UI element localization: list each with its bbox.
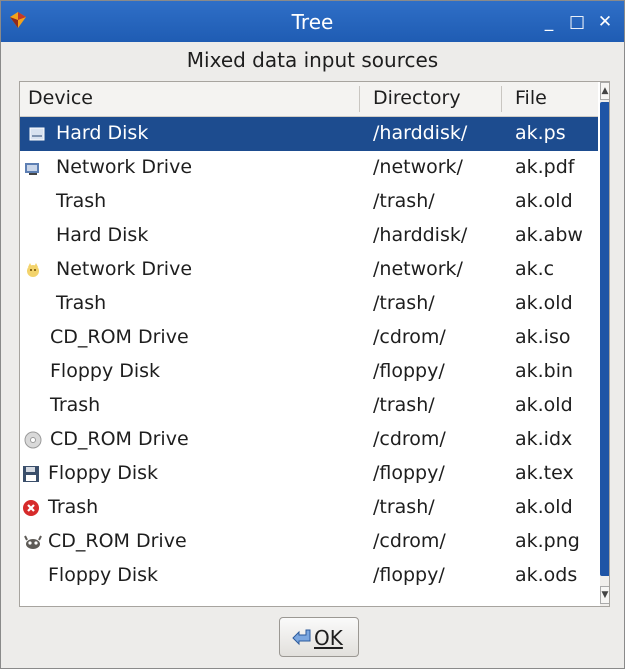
- directory-cell: /trash/: [373, 394, 435, 416]
- tree-window: Tree _ □ ✕ Mixed data input sources Devi…: [0, 0, 625, 669]
- directory-cell: /trash/: [373, 190, 435, 212]
- device-cell: Network Drive: [56, 156, 193, 178]
- device-cell: CD_ROM Drive: [48, 530, 187, 552]
- file-cell: ak.tex: [515, 462, 574, 484]
- directory-cell: /floppy/: [373, 564, 445, 586]
- column-divider[interactable]: [359, 86, 360, 112]
- file-cell: ak.iso: [515, 326, 571, 348]
- tree-view[interactable]: Device Directory File Hard Disk/harddisk…: [19, 81, 610, 607]
- tree-row[interactable]: Hard Disk/harddisk/ak.ps: [20, 117, 598, 151]
- tree-row[interactable]: CD_ROM Drive/cdrom/ak.idx: [20, 423, 598, 457]
- minimize-button[interactable]: _: [538, 12, 560, 32]
- device-cell: Hard Disk: [56, 224, 149, 246]
- close-button[interactable]: ✕: [594, 12, 616, 32]
- directory-cell: /harddisk/: [373, 122, 468, 144]
- file-cell: ak.png: [515, 530, 580, 552]
- title-bar[interactable]: Tree _ □ ✕: [1, 1, 624, 42]
- directory-cell: /cdrom/: [373, 530, 446, 552]
- return-arrow-icon: [292, 629, 311, 646]
- column-divider[interactable]: [501, 86, 502, 112]
- tree-row[interactable]: Network Drive/network/ak.pdf: [20, 151, 598, 185]
- directory-cell: /trash/: [373, 292, 435, 314]
- column-header-device[interactable]: Device: [28, 87, 93, 109]
- file-cell: ak.ods: [515, 564, 578, 586]
- network-drive-icon: [25, 163, 39, 175]
- file-cell: ak.pdf: [515, 156, 575, 178]
- ok-button[interactable]: OK: [279, 617, 359, 657]
- directory-cell: /harddisk/: [373, 224, 468, 246]
- gimp-icon: [24, 535, 42, 549]
- tree-row[interactable]: Floppy Disk/floppy/ak.tex: [20, 457, 598, 491]
- scroll-up-arrow[interactable]: ▲: [600, 82, 609, 100]
- tree-row[interactable]: Floppy Disk/floppy/ak.ods: [20, 559, 598, 593]
- device-cell: Trash: [48, 496, 99, 518]
- device-cell: Floppy Disk: [48, 462, 159, 484]
- tree-row[interactable]: CD_ROM Drive/cdrom/ak.png: [20, 525, 598, 559]
- tree-row[interactable]: Trash/trash/ak.old: [20, 389, 598, 423]
- device-cell: Hard Disk: [56, 122, 149, 144]
- stop-icon: [23, 500, 39, 516]
- device-cell: Trash: [56, 190, 107, 212]
- directory-cell: /floppy/: [373, 462, 445, 484]
- device-cell: CD_ROM Drive: [50, 326, 189, 348]
- device-cell: Floppy Disk: [50, 360, 161, 382]
- directory-cell: /network/: [373, 156, 463, 178]
- scrollbar-thumb[interactable]: [600, 102, 609, 576]
- file-cell: ak.old: [515, 292, 573, 314]
- cdrom-icon: [24, 431, 42, 449]
- tree-row[interactable]: Trash/trash/ak.old: [20, 185, 598, 219]
- directory-cell: /cdrom/: [373, 326, 446, 348]
- tree-row[interactable]: Floppy Disk/floppy/ak.bin: [20, 355, 598, 389]
- column-header-file[interactable]: File: [515, 87, 547, 109]
- column-header-directory[interactable]: Directory: [373, 87, 461, 109]
- device-cell: Floppy Disk: [48, 564, 159, 586]
- file-cell: ak.old: [515, 496, 573, 518]
- floppy-icon: [23, 466, 39, 482]
- file-cell: ak.c: [515, 258, 555, 280]
- device-cell: Trash: [56, 292, 107, 314]
- device-cell: Network Drive: [56, 258, 193, 280]
- tree-row[interactable]: Network Drive/network/ak.c: [20, 253, 598, 287]
- maximize-button[interactable]: □: [566, 12, 588, 32]
- cat-emblem-icon: [27, 263, 39, 277]
- file-cell: ak.old: [515, 394, 573, 416]
- column-header: Device Directory File: [20, 82, 598, 117]
- file-cell: ak.abw: [515, 224, 583, 246]
- window-title: Tree: [291, 10, 334, 34]
- tree-row[interactable]: Trash/trash/ak.old: [20, 287, 598, 321]
- tree-row[interactable]: Trash/trash/ak.old: [20, 491, 598, 525]
- directory-cell: /trash/: [373, 496, 435, 518]
- file-cell: ak.bin: [515, 360, 574, 382]
- file-cell: ak.old: [515, 190, 573, 212]
- tree-row[interactable]: Hard Disk/harddisk/ak.abw: [20, 219, 598, 253]
- directory-cell: /network/: [373, 258, 463, 280]
- hard-disk-icon: [29, 127, 45, 141]
- scroll-down-arrow[interactable]: ▼: [600, 586, 609, 604]
- subtitle-label: Mixed data input sources: [186, 48, 439, 72]
- directory-cell: /floppy/: [373, 360, 445, 382]
- vertical-scrollbar[interactable]: ▲ ▼: [600, 82, 609, 606]
- device-cell: CD_ROM Drive: [50, 428, 189, 450]
- ok-button-label: OK: [314, 626, 343, 650]
- tree-row[interactable]: CD_ROM Drive/cdrom/ak.iso: [20, 321, 598, 355]
- file-cell: ak.idx: [515, 428, 573, 450]
- directory-cell: /cdrom/: [373, 428, 446, 450]
- file-cell: ak.ps: [515, 122, 566, 144]
- device-cell: Trash: [50, 394, 101, 416]
